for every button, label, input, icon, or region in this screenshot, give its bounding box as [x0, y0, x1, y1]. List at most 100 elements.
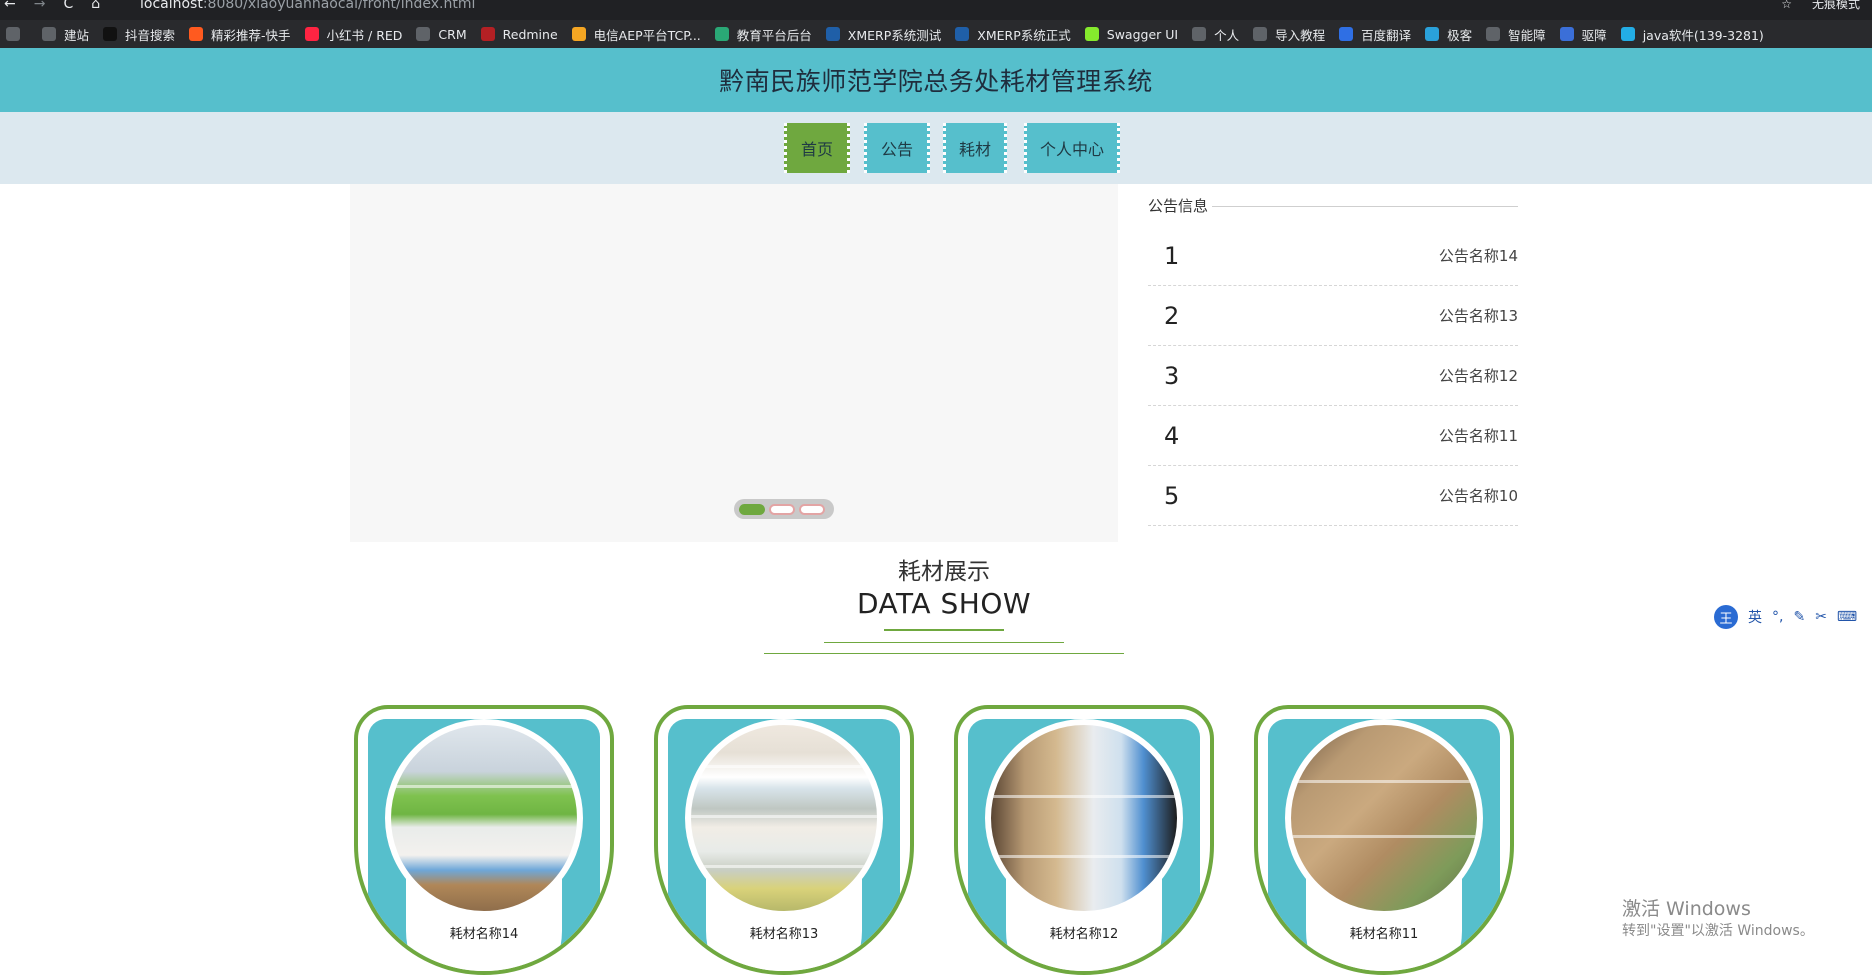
- product-card[interactable]: 耗材名称12: [954, 705, 1214, 975]
- scissors-icon[interactable]: ✂: [1815, 609, 1827, 625]
- punctuation-icon[interactable]: °,: [1772, 609, 1783, 625]
- product-name[interactable]: 耗材名称13: [658, 923, 910, 942]
- bookmark-label: Swagger UI: [1106, 26, 1179, 42]
- kuaishou-icon: [189, 27, 204, 41]
- product-card[interactable]: 耗材名称13: [654, 705, 914, 975]
- bookmark-item[interactable]: java软件(139-3281): [1620, 25, 1764, 44]
- notice-number: 2: [1164, 301, 1180, 330]
- product-name[interactable]: 耗材名称14: [358, 923, 610, 942]
- product-image[interactable]: [985, 719, 1183, 917]
- product-name[interactable]: 耗材名称12: [958, 923, 1210, 942]
- product-image[interactable]: [1285, 719, 1483, 917]
- notice-heading: 公告信息: [1148, 194, 1213, 216]
- bookmark-item[interactable]: 精彩推荐-快手: [189, 25, 291, 44]
- back-icon[interactable]: ←: [4, 0, 16, 12]
- globe-icon: [1192, 27, 1207, 41]
- site-title: 黔南民族师范学院总务处耗材管理系统: [719, 67, 1153, 96]
- pen-icon[interactable]: ✎: [1793, 609, 1805, 625]
- bookmark-item[interactable]: 驱障: [1559, 25, 1607, 44]
- main-nav: 首页 公告 耗材 个人中心: [0, 112, 1872, 184]
- product-image[interactable]: [685, 719, 883, 917]
- notice-title[interactable]: 公告名称14: [1439, 245, 1518, 266]
- product-card[interactable]: 耗材名称11: [1254, 705, 1514, 975]
- address-bar[interactable]: localhost:8080/xiaoyuanhaocai/front/inde…: [140, 0, 475, 11]
- bookmark-item[interactable]: XMERP系统测试: [825, 25, 941, 44]
- keyboard-icon[interactable]: ⌨: [1837, 609, 1857, 625]
- nav-personal-center[interactable]: 个人中心: [1024, 123, 1120, 173]
- browser-toolbar: ← → C ⌂ localhost:8080/xiaoyuanhaocai/fr…: [0, 0, 1872, 20]
- bookmark-item[interactable]: 教育平台后台: [714, 25, 812, 44]
- ime-logo-icon[interactable]: 王: [1714, 605, 1738, 629]
- notice-title[interactable]: 公告名称10: [1439, 485, 1518, 506]
- notice-item[interactable]: 3 公告名称12: [1148, 346, 1518, 406]
- bookmark-item[interactable]: 极客: [1425, 25, 1472, 44]
- bookmark-item[interactable]: [6, 27, 28, 41]
- nav-notices[interactable]: 公告: [864, 123, 930, 173]
- incognito-label: 无痕模式: [1811, 0, 1860, 11]
- divider: [1208, 206, 1518, 207]
- grid-icon: [6, 27, 20, 41]
- windows-activation-hint: 转到"设置"以激活 Windows。: [1622, 923, 1814, 939]
- nav-home[interactable]: 首页: [784, 123, 850, 173]
- notice-title[interactable]: 公告名称13: [1439, 305, 1518, 326]
- notice-header: 公告信息: [1148, 184, 1518, 226]
- bookmark-item[interactable]: 智能障: [1486, 25, 1546, 44]
- bookmark-label: Redmine: [502, 26, 558, 42]
- bookmark-label: XMERP系统正式: [977, 27, 1071, 43]
- bookmark-item[interactable]: CRM: [416, 26, 467, 42]
- bookmark-label: 教育平台后台: [736, 27, 812, 43]
- bookmark-label: 个人: [1214, 27, 1240, 43]
- carousel-dot-2[interactable]: [769, 503, 795, 515]
- product-card[interactable]: 耗材名称14: [354, 705, 614, 975]
- notice-number: 1: [1164, 241, 1180, 270]
- carousel-dot-3[interactable]: [799, 503, 825, 515]
- bookmark-label: 建站: [64, 27, 90, 43]
- notice-item[interactable]: 2 公告名称13: [1148, 286, 1518, 346]
- tiktok-icon: [103, 27, 118, 41]
- carousel-dot-1[interactable]: [739, 503, 765, 515]
- bilibili-icon: [1620, 27, 1635, 41]
- section-title-cn: 耗材展示: [898, 559, 990, 585]
- notice-title[interactable]: 公告名称11: [1439, 425, 1518, 446]
- url-path: :8080/xiaoyuanhaocai/front/index.html: [202, 0, 476, 12]
- home-icon[interactable]: ⌂: [91, 0, 100, 12]
- bookmark-label: 电信AEP平台TCP...: [593, 27, 701, 43]
- reload-icon[interactable]: C: [63, 0, 73, 12]
- bookmark-item[interactable]: 小红书 / RED: [304, 25, 402, 44]
- notice-item[interactable]: 1 公告名称14: [1148, 226, 1518, 286]
- forward-icon[interactable]: →: [34, 0, 46, 12]
- edu-icon: [714, 27, 729, 41]
- banner-carousel[interactable]: [350, 184, 1118, 542]
- bookmark-label: CRM: [438, 26, 467, 42]
- carousel-indicators: [734, 499, 834, 519]
- star-icon[interactable]: ☆: [1781, 0, 1792, 10]
- notice-title[interactable]: 公告名称12: [1439, 365, 1518, 386]
- globe-icon: [1253, 27, 1268, 41]
- ime-language-toggle[interactable]: 英: [1748, 607, 1762, 627]
- red-icon: [304, 27, 319, 41]
- bookmark-item[interactable]: 建站: [42, 25, 89, 44]
- notice-number: 5: [1164, 481, 1180, 510]
- notice-panel: 公告信息 1 公告名称14 2 公告名称13 3 公告名称12 4 公告名称11…: [1148, 184, 1518, 526]
- bookmark-item[interactable]: Swagger UI: [1084, 26, 1179, 42]
- bookmark-item[interactable]: 导入教程: [1253, 25, 1325, 44]
- bookmark-label: 百度翻译: [1361, 27, 1412, 43]
- notice-item[interactable]: 5 公告名称10: [1148, 466, 1518, 526]
- bookmark-item[interactable]: 抖音搜索: [103, 25, 175, 44]
- xmerp-icon: [825, 27, 840, 41]
- ime-toolbar[interactable]: 王 英 °, ✎ ✂ ⌨: [1712, 604, 1872, 630]
- bookmark-label: 极客: [1447, 27, 1473, 43]
- bookmark-item[interactable]: 电信AEP平台TCP...: [571, 25, 701, 44]
- product-image[interactable]: [385, 719, 583, 917]
- bookmark-item[interactable]: Redmine: [480, 26, 558, 42]
- bookmark-item[interactable]: 个人: [1192, 25, 1239, 44]
- nav-consumables[interactable]: 耗材: [943, 123, 1007, 173]
- section-title-en: DATA SHOW: [856, 587, 1032, 620]
- bookmark-item[interactable]: XMERP系统正式: [955, 25, 1071, 44]
- product-name[interactable]: 耗材名称11: [1258, 923, 1510, 942]
- notice-item[interactable]: 4 公告名称11: [1148, 406, 1518, 466]
- bookmark-label: 精彩推荐-快手: [211, 27, 291, 43]
- chrome-icon: [42, 27, 56, 41]
- redmine-icon: [480, 27, 495, 41]
- bookmark-item[interactable]: 百度翻译: [1339, 25, 1411, 44]
